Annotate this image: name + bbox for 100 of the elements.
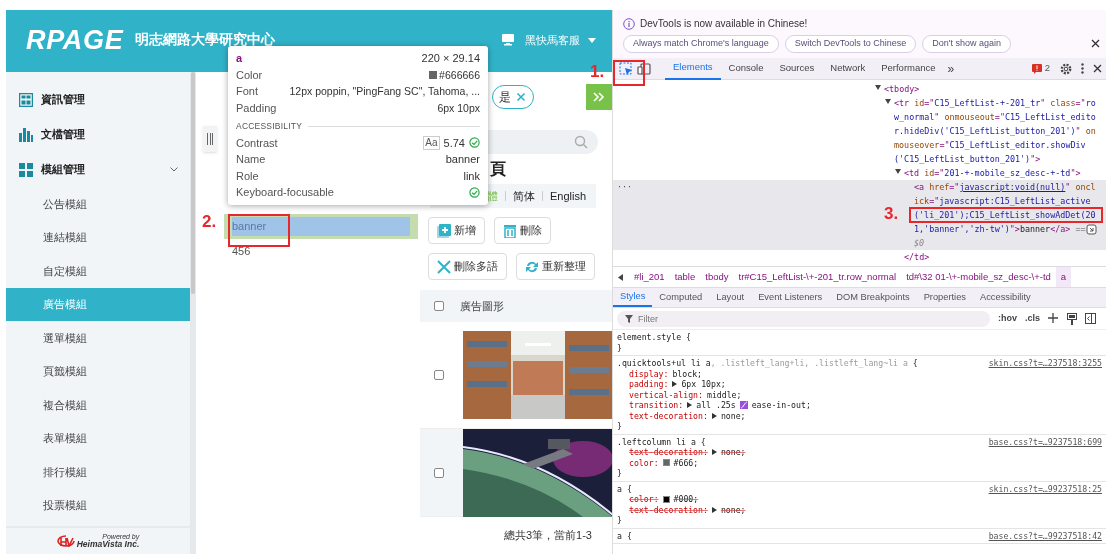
close-icon[interactable]: [1091, 39, 1100, 48]
collapse-triangle-icon[interactable]: [885, 99, 891, 105]
filter-field[interactable]: Filter: [617, 310, 990, 327]
property-value: 5.74: [443, 135, 465, 151]
hover-state-button[interactable]: :hov: [998, 311, 1017, 326]
devtools-tab[interactable]: Network: [822, 57, 874, 80]
breadcrumb[interactable]: td#\32 01-\+-mobile_sz_desc-\+-td: [901, 267, 1056, 287]
sidebar-group[interactable]: 文檔管理: [6, 117, 190, 152]
css-declaration[interactable]: padding: 6px 10px;: [629, 379, 726, 390]
stylesheet-link[interactable]: skin.css?t=…237518:3255: [988, 358, 1102, 369]
sidebar-group[interactable]: 模組管理: [6, 152, 190, 187]
list-link[interactable]: 456: [232, 243, 251, 260]
devtools-tab[interactable]: Console: [720, 57, 772, 80]
issues-button[interactable]: 2: [1031, 61, 1050, 76]
more-icon[interactable]: ···: [617, 180, 633, 194]
collapse-triangle-icon[interactable]: [895, 169, 901, 175]
stylesheet-link[interactable]: base.css?t=…99237518:42: [988, 530, 1102, 541]
language-tab[interactable]: English: [547, 187, 590, 205]
toolbar-button[interactable]: 重新整理: [516, 253, 595, 280]
infobar-button[interactable]: Always match Chrome's language: [623, 35, 779, 53]
breadcrumb[interactable]: a: [1055, 267, 1072, 287]
css-declaration[interactable]: vertical-align: middle;: [629, 389, 742, 400]
pane-tab[interactable]: Layout: [709, 288, 752, 307]
dom-node[interactable]: <td id="201-+-mobile_sz_desc-+-td">: [904, 166, 1081, 180]
closing-brace: }: [617, 515, 623, 526]
stylesheet-link[interactable]: skin.css?t=…99237518:25: [988, 483, 1102, 494]
dom-node-close[interactable]: </td>: [904, 250, 930, 264]
chevron-down-icon: [170, 167, 178, 172]
collapse-handle[interactable]: [203, 126, 217, 152]
toolbar-button[interactable]: 刪除: [494, 217, 551, 244]
css-declaration[interactable]: color: #666;: [629, 457, 699, 468]
css-declaration[interactable]: text-decoration: none;: [629, 410, 746, 421]
breadcrumb[interactable]: tbody: [700, 267, 734, 287]
grip-icon: [207, 133, 213, 145]
sidebar-item[interactable]: 排行模組: [6, 455, 190, 489]
language-tab[interactable]: 简体: [510, 187, 538, 205]
css-declaration[interactable]: transition: all .25s ease-in-out;: [629, 400, 811, 411]
expand-triangle-icon[interactable]: [711, 449, 717, 456]
sidebar-item[interactable]: 連結模組: [6, 220, 190, 254]
dom-node[interactable]: <a href="javascript:void(null)" onclick="javascript:C15_LeftList_active('li_201');C15_LeftList_showAdDet(201,'banner','zh-tw')">banner</a> == $0: [914, 180, 1096, 250]
device-toolbar-icon[interactable]: [637, 62, 651, 75]
expand-triangle-icon[interactable]: [711, 412, 717, 419]
sidebar-item[interactable]: 公告模組: [6, 187, 190, 221]
checkbox[interactable]: [434, 301, 444, 311]
pagination-summary: 總共3筆，當前1-3: [503, 528, 592, 544]
site-name: 明志網路大學研究中心: [135, 31, 276, 47]
devtools-tab[interactable]: Elements: [665, 57, 721, 80]
close-icon[interactable]: [1093, 64, 1102, 73]
expand-triangle-icon[interactable]: [672, 381, 678, 388]
expand-triangle-icon[interactable]: [687, 402, 693, 409]
more-tabs-button[interactable]: »: [943, 59, 959, 78]
css-selector: .leftcolumn li a: [617, 436, 696, 447]
pane-tab[interactable]: Computed: [652, 288, 710, 307]
sidebar-group[interactable]: 資訊管理: [6, 82, 190, 117]
devtools-tab[interactable]: Sources: [771, 57, 823, 80]
breadcrumb[interactable]: tr#C15_LeftList-\+-201_tr.row_normal: [733, 267, 902, 287]
stylesheet-link[interactable]: base.css?t=…9237518:699: [988, 436, 1102, 447]
sidebar-item[interactable]: 投票模組: [6, 488, 190, 522]
add-rule-icon[interactable]: [1048, 313, 1059, 324]
paint-icon[interactable]: [1067, 312, 1077, 325]
dom-node[interactable]: <tr id="C15_LeftList-+-201_tr" class="row_normal" onmouseout="C15_LeftList_editor.hideDiv('C15_LeftList_button_201')" onmouseover="C15_LeftList_editor.showDiv('C15_LeftList_button_201')">: [894, 96, 1096, 166]
sidebar-item[interactable]: 選單模組: [6, 321, 190, 355]
pane-tab[interactable]: Accessibility: [973, 288, 1038, 307]
opening-brace: {: [686, 332, 691, 342]
sidebar-item[interactable]: 頁籤模組: [6, 354, 190, 388]
infobar-button[interactable]: Switch DevTools to Chinese: [784, 35, 917, 53]
toolbar-button[interactable]: 刪除多語: [428, 253, 507, 280]
pane-tab[interactable]: DOM Breakpoints: [829, 288, 917, 307]
class-button[interactable]: .cls: [1025, 311, 1040, 326]
pane-tab[interactable]: Properties: [916, 288, 973, 307]
sidebar-item[interactable]: 複合模組: [6, 388, 190, 422]
cross-icon: [437, 259, 451, 274]
scrollbar-thumb[interactable]: [191, 72, 195, 294]
settings-icon[interactable]: [1060, 62, 1072, 75]
checkbox[interactable]: [434, 467, 444, 478]
css-declaration[interactable]: display: block;: [629, 368, 702, 379]
breadcrumb[interactable]: #li_201: [629, 267, 670, 287]
toolbar-button[interactable]: 新增: [428, 217, 485, 244]
checkbox[interactable]: [434, 370, 444, 380]
closing-brace: }: [617, 342, 623, 353]
collapse-triangle-icon[interactable]: [875, 85, 881, 91]
devtools-tab[interactable]: Performance: [873, 57, 944, 80]
infobar-button[interactable]: Don't show again: [922, 35, 1012, 53]
expand-triangle-icon[interactable]: [711, 506, 717, 513]
expand-code-icon[interactable]: [1086, 224, 1098, 236]
pane-tab[interactable]: Event Listeners: [751, 288, 830, 307]
easing-editor-icon[interactable]: [739, 401, 748, 410]
breadcrumb[interactable]: table: [669, 267, 701, 287]
tiles-icon: [19, 162, 33, 177]
dom-node[interactable]: <tbody>: [884, 82, 920, 96]
opening-brace: {: [700, 436, 706, 447]
sidebar-toggle-icon[interactable]: [1085, 313, 1096, 324]
css-selector: , .listleft_lang+li, .listleft_lang~li a: [710, 358, 908, 368]
sidebar-item[interactable]: 自定模組: [6, 254, 190, 288]
sidebar-item[interactable]: 表單模組: [6, 421, 190, 455]
scroll-left-icon[interactable]: [618, 273, 624, 281]
info-message: DevTools is now available in Chinese!: [640, 17, 808, 31]
inspect-element-icon[interactable]: [619, 61, 633, 76]
pane-tab[interactable]: Styles: [613, 288, 653, 307]
more-options-icon[interactable]: [1081, 63, 1084, 74]
